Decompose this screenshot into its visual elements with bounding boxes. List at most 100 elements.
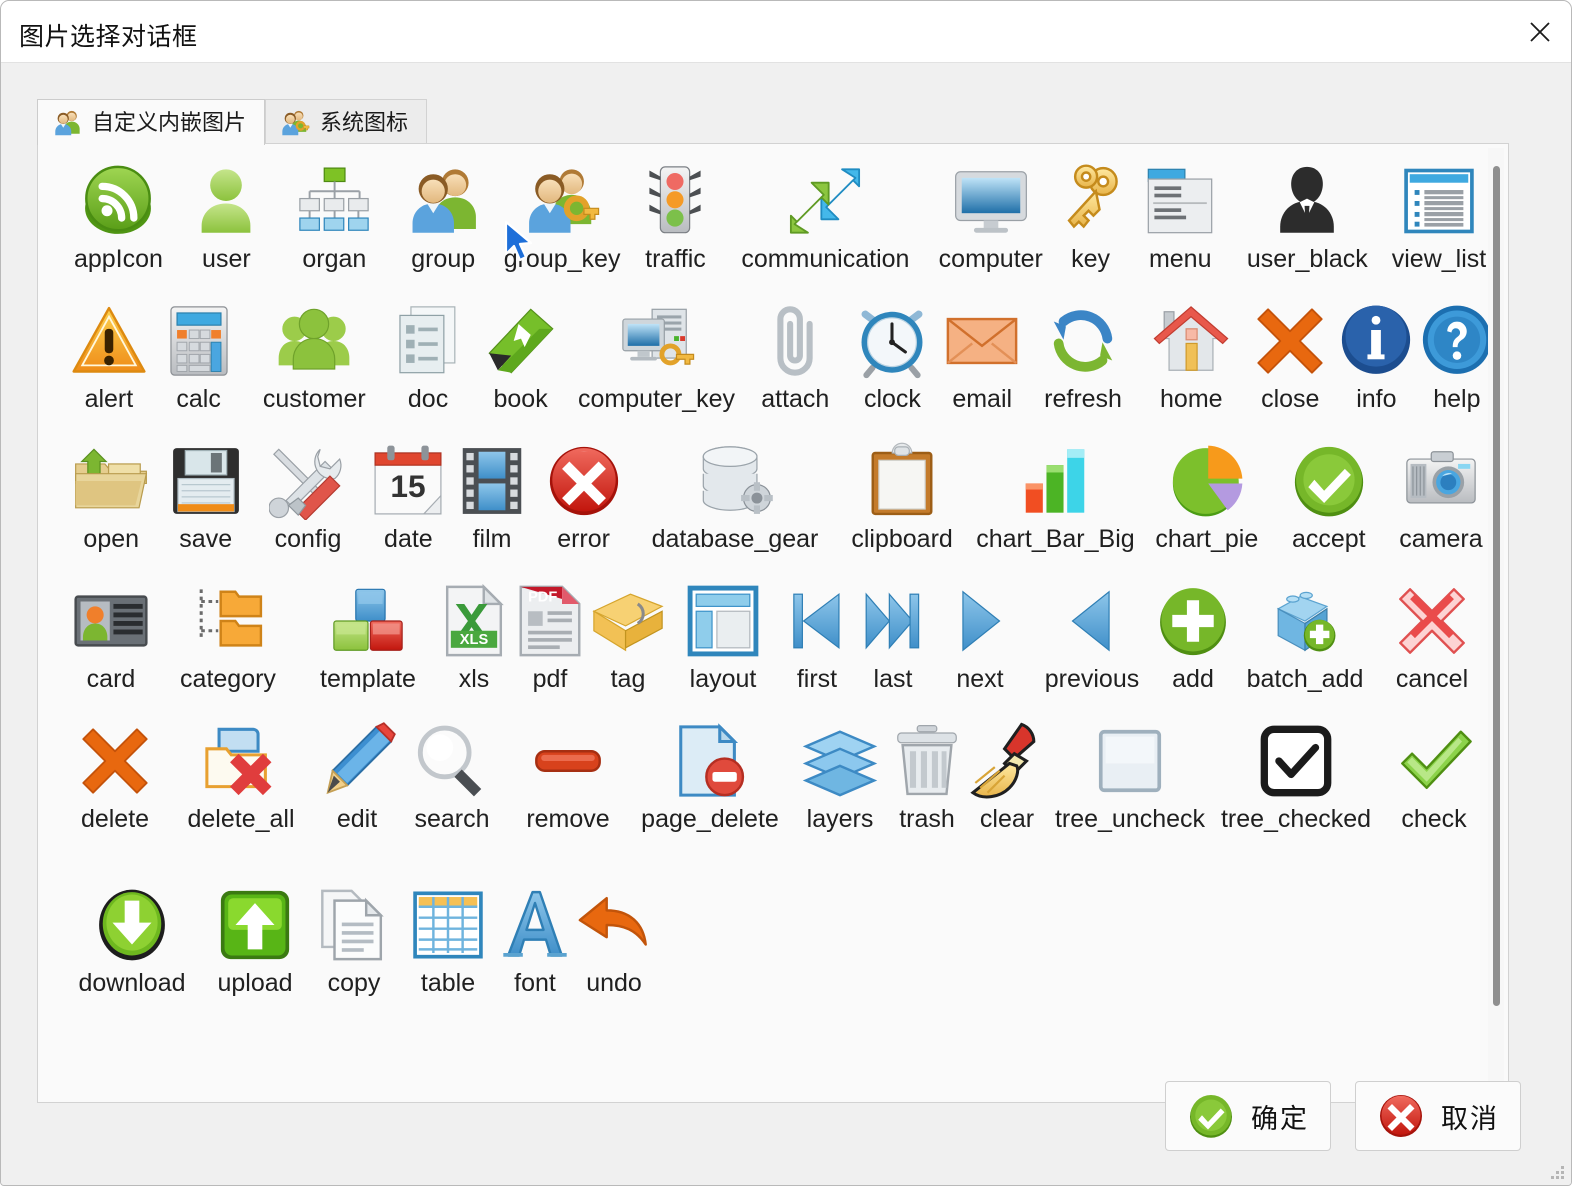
- icon-item-user_black[interactable]: user_black: [1235, 158, 1380, 273]
- icon-item-remove[interactable]: remove: [506, 718, 630, 833]
- table-grid-icon: [405, 882, 491, 968]
- page-delete-icon: [667, 718, 753, 804]
- icon-item-communication[interactable]: communication: [724, 158, 926, 273]
- gallery-scrollbar[interactable]: [1488, 148, 1504, 1098]
- icon-item-next[interactable]: next: [932, 578, 1028, 693]
- icon-item-table[interactable]: table: [398, 882, 498, 997]
- icon-item-layout[interactable]: layout: [666, 578, 780, 693]
- icon-label: previous: [1044, 665, 1140, 693]
- icon-item-upload[interactable]: upload: [200, 882, 310, 997]
- tab-custom-embedded-images[interactable]: 自定义内嵌图片: [37, 99, 266, 145]
- close-window-button[interactable]: [1509, 1, 1571, 62]
- icon-item-clipboard[interactable]: clipboard: [833, 438, 971, 553]
- icon-item-computer[interactable]: computer: [926, 158, 1055, 273]
- icon-item-template[interactable]: template: [298, 578, 438, 693]
- icon-item-save[interactable]: save: [158, 438, 252, 553]
- icon-item-edit[interactable]: edit: [316, 718, 398, 833]
- icon-item-key[interactable]: key: [1055, 158, 1126, 273]
- trash-can-icon: [884, 718, 970, 804]
- icon-item-view_list[interactable]: view_list: [1380, 158, 1498, 273]
- icon-label: next: [956, 665, 1004, 693]
- customers-icon: [271, 298, 357, 384]
- icon-label: last: [873, 665, 913, 693]
- icon-item-xls[interactable]: xls: [438, 578, 510, 693]
- icon-item-pdf[interactable]: pdf: [510, 578, 590, 693]
- title-bar: 图片选择对话框: [1, 1, 1571, 63]
- icon-item-clear[interactable]: clear: [964, 718, 1050, 833]
- icon-item-previous[interactable]: previous: [1028, 578, 1156, 693]
- icon-item-tree_checked[interactable]: tree_checked: [1210, 718, 1382, 833]
- icon-item-add[interactable]: add: [1156, 578, 1230, 693]
- icon-item-font[interactable]: font: [498, 882, 572, 997]
- icon-item-home[interactable]: home: [1139, 298, 1244, 413]
- icon-item-search[interactable]: search: [398, 718, 506, 833]
- ok-button-label: 确定: [1251, 1103, 1309, 1134]
- icon-item-database_gear[interactable]: database_gear: [637, 438, 834, 553]
- icon-item-email[interactable]: email: [937, 298, 1027, 413]
- icon-item-config[interactable]: config: [253, 438, 363, 553]
- xls-file-icon: [431, 578, 517, 664]
- tag-icon: [585, 578, 671, 664]
- icon-label: layout: [689, 665, 757, 693]
- icon-item-page_delete[interactable]: page_delete: [630, 718, 790, 833]
- pencil-icon: [314, 718, 400, 804]
- icon-item-camera[interactable]: camera: [1384, 438, 1498, 553]
- icon-item-customer[interactable]: customer: [244, 298, 386, 413]
- icon-item-menu[interactable]: menu: [1126, 158, 1235, 273]
- icon-item-group_key[interactable]: group_key: [498, 158, 627, 273]
- icon-item-trash[interactable]: trash: [890, 718, 964, 833]
- icon-item-tag[interactable]: tag: [590, 578, 666, 693]
- icon-item-chart_bar_big[interactable]: chart_Bar_Big: [971, 438, 1140, 553]
- icon-item-close[interactable]: close: [1244, 298, 1337, 413]
- icon-label: attach: [761, 385, 830, 413]
- icon-item-chart_pie[interactable]: chart_pie: [1140, 438, 1274, 553]
- resize-grip[interactable]: [1551, 1166, 1565, 1180]
- icon-item-clock[interactable]: clock: [848, 298, 938, 413]
- scrollbar-thumb[interactable]: [1493, 166, 1500, 1006]
- icon-item-download[interactable]: download: [64, 882, 200, 997]
- icon-item-help[interactable]: help: [1416, 298, 1498, 413]
- icon-item-book[interactable]: book: [471, 298, 570, 413]
- ok-button[interactable]: 确定: [1165, 1081, 1331, 1151]
- icon-item-doc[interactable]: doc: [385, 298, 471, 413]
- folder-delete-icon: [198, 718, 284, 804]
- icon-item-last[interactable]: last: [854, 578, 932, 693]
- icon-item-traffic[interactable]: traffic: [627, 158, 725, 273]
- icon-item-film[interactable]: film: [454, 438, 531, 553]
- icon-item-tree_uncheck[interactable]: tree_uncheck: [1050, 718, 1210, 833]
- icon-item-cancel[interactable]: cancel: [1380, 578, 1484, 693]
- icon-item-attach[interactable]: attach: [743, 298, 848, 413]
- icon-item-computer_key[interactable]: computer_key: [570, 298, 743, 413]
- icon-item-organ[interactable]: organ: [280, 158, 389, 273]
- icon-item-group[interactable]: group: [389, 158, 498, 273]
- traffic-light-icon: [632, 158, 718, 244]
- icon-item-card[interactable]: card: [64, 578, 158, 693]
- icon-item-user[interactable]: user: [173, 158, 280, 273]
- icon-item-undo[interactable]: undo: [572, 882, 656, 997]
- icon-item-calc[interactable]: calc: [154, 298, 244, 413]
- icon-item-check[interactable]: check: [1382, 718, 1486, 833]
- icon-item-layers[interactable]: layers: [790, 718, 890, 833]
- icon-item-delete_all[interactable]: delete_all: [166, 718, 316, 833]
- book-icon: [478, 298, 564, 384]
- icon-item-open[interactable]: open: [64, 438, 158, 553]
- icon-item-refresh[interactable]: refresh: [1027, 298, 1139, 413]
- icon-item-info[interactable]: info: [1337, 298, 1416, 413]
- tab-system-icons[interactable]: 系统图标: [265, 99, 428, 145]
- icon-item-date[interactable]: date: [363, 438, 454, 553]
- icon-row: delete delete_all edit search remove page_del…: [38, 718, 1498, 882]
- icon-label: category: [180, 665, 276, 693]
- icon-item-copy[interactable]: copy: [310, 882, 398, 997]
- cancel-button[interactable]: 取消: [1355, 1081, 1521, 1151]
- icon-item-category[interactable]: category: [158, 578, 298, 693]
- icon-item-appicon[interactable]: appIcon: [64, 158, 173, 273]
- icon-item-alert[interactable]: alert: [64, 298, 154, 413]
- folder-tree-icon: [185, 578, 271, 664]
- icon-item-batch_add[interactable]: batch_add: [1230, 578, 1380, 693]
- icon-item-delete[interactable]: delete: [64, 718, 166, 833]
- icon-item-first[interactable]: first: [780, 578, 854, 693]
- icon-item-error[interactable]: error: [530, 438, 636, 553]
- icon-label: config: [274, 525, 342, 553]
- layers-icon: [797, 718, 883, 804]
- icon-item-accept[interactable]: accept: [1274, 438, 1384, 553]
